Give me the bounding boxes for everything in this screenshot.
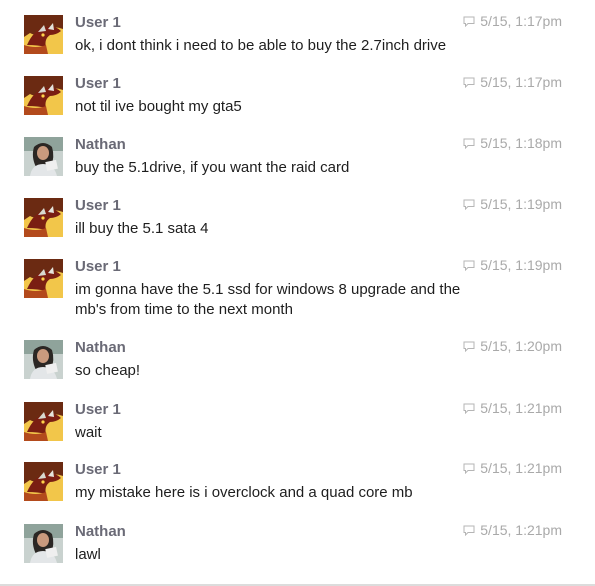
timestamp-text: 5/15, 1:21pm xyxy=(480,400,562,416)
timestamp-text: 5/15, 1:21pm xyxy=(480,522,562,538)
timestamp-text: 5/15, 1:18pm xyxy=(480,135,562,151)
timestamp: 5/15, 1:20pm xyxy=(463,338,562,354)
timestamp: 5/15, 1:19pm xyxy=(463,257,562,273)
reply-icon[interactable] xyxy=(463,77,475,88)
dragon-avatar[interactable] xyxy=(24,402,63,441)
sender-name[interactable]: User 1 xyxy=(75,75,121,92)
timestamp: 5/15, 1:21pm xyxy=(463,400,562,416)
reply-icon[interactable] xyxy=(463,463,475,474)
message-text: lawl xyxy=(75,546,101,563)
message-text: ok, i dont think i need to be able to bu… xyxy=(75,37,447,54)
sender-name[interactable]: User 1 xyxy=(75,258,121,275)
person-avatar[interactable] xyxy=(24,340,63,379)
sender-name[interactable]: Nathan xyxy=(75,136,126,153)
timestamp-text: 5/15, 1:19pm xyxy=(480,257,562,273)
sender-name[interactable]: User 1 xyxy=(75,14,121,31)
dragon-avatar[interactable] xyxy=(24,198,63,237)
sender-name[interactable]: User 1 xyxy=(75,401,121,418)
timestamp-text: 5/15, 1:19pm xyxy=(480,196,562,212)
timestamp-text: 5/15, 1:20pm xyxy=(480,338,562,354)
reply-icon[interactable] xyxy=(463,138,475,149)
message-text: buy the 5.1drive, if you want the raid c… xyxy=(75,159,350,176)
chat-log: User 1 5/15, 1:17pm ok, i dont think i n… xyxy=(0,0,595,586)
sender-name[interactable]: User 1 xyxy=(75,197,121,214)
dragon-avatar[interactable] xyxy=(24,76,63,115)
message-text: wait xyxy=(75,424,102,441)
message-text: my mistake here is i overclock and a qua… xyxy=(75,484,413,501)
dragon-avatar[interactable] xyxy=(24,462,63,501)
person-avatar[interactable] xyxy=(24,524,63,563)
reply-icon[interactable] xyxy=(463,16,475,27)
reply-icon[interactable] xyxy=(463,199,475,210)
timestamp: 5/15, 1:21pm xyxy=(463,460,562,476)
message-text: ill buy the 5.1 sata 4 xyxy=(75,220,209,237)
person-avatar[interactable] xyxy=(24,137,63,176)
timestamp-text: 5/15, 1:21pm xyxy=(480,460,562,476)
timestamp-text: 5/15, 1:17pm xyxy=(480,74,562,90)
message-text: im gonna have the 5.1 ssd for windows 8 … xyxy=(75,281,461,318)
timestamp: 5/15, 1:18pm xyxy=(463,135,562,151)
sender-name[interactable]: User 1 xyxy=(75,461,121,478)
timestamp: 5/15, 1:17pm xyxy=(463,74,562,90)
reply-icon[interactable] xyxy=(463,403,475,414)
dragon-avatar[interactable] xyxy=(24,15,63,54)
timestamp: 5/15, 1:21pm xyxy=(463,522,562,538)
sender-name[interactable]: Nathan xyxy=(75,523,126,540)
timestamp: 5/15, 1:19pm xyxy=(463,196,562,212)
sender-name[interactable]: Nathan xyxy=(75,339,126,356)
reply-icon[interactable] xyxy=(463,341,475,352)
reply-icon[interactable] xyxy=(463,260,475,271)
timestamp: 5/15, 1:17pm xyxy=(463,13,562,29)
message-text: not til ive bought my gta5 xyxy=(75,98,242,115)
reply-icon[interactable] xyxy=(463,525,475,536)
message-text: so cheap! xyxy=(75,362,141,379)
dragon-avatar[interactable] xyxy=(24,259,63,298)
timestamp-text: 5/15, 1:17pm xyxy=(480,13,562,29)
